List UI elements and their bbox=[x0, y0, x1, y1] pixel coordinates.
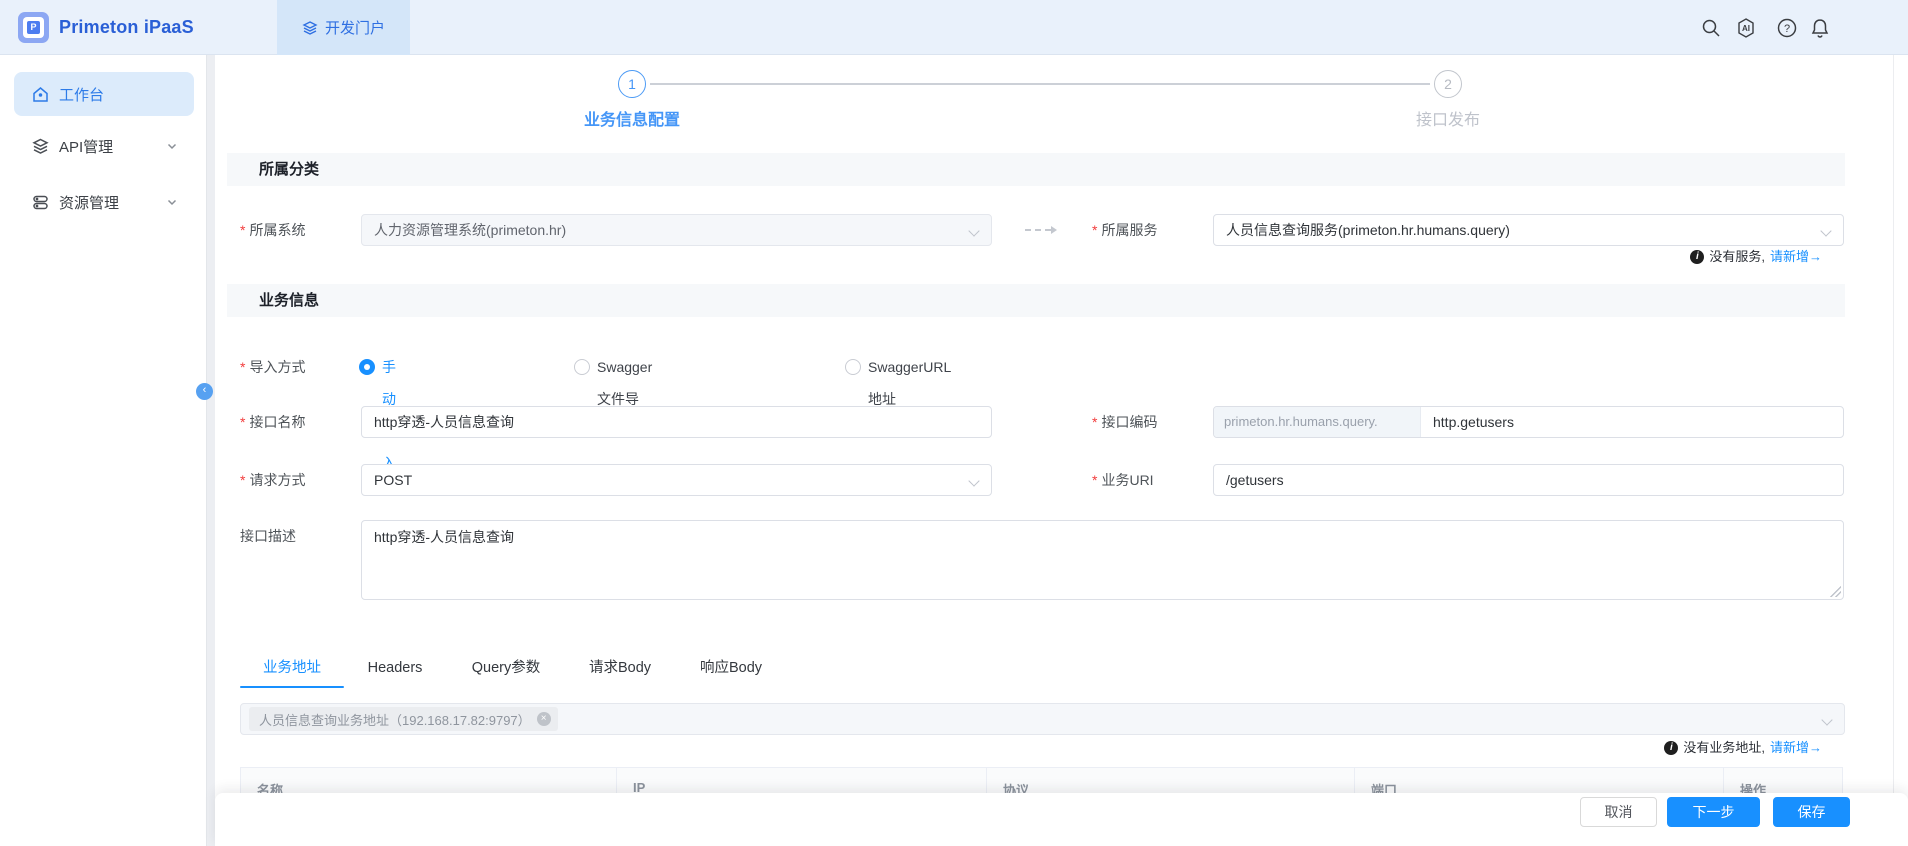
radio-manual-entry[interactable] bbox=[359, 359, 375, 375]
sidebar-item-workbench[interactable]: 工作台 bbox=[14, 72, 194, 116]
chevron-down-icon bbox=[968, 475, 979, 486]
tab-request-body[interactable]: 请求Body bbox=[589, 657, 651, 679]
service-select-value: 人员信息查询服务(primeton.hr.humans.query) bbox=[1226, 222, 1510, 238]
brand-title: Primeton iPaaS bbox=[59, 0, 194, 55]
tab-dev-portal-label: 开发门户 bbox=[325, 17, 385, 38]
system-select-value: 人力资源管理系统(primeton.hr) bbox=[374, 222, 566, 238]
sidebar: 工作台 API管理 资源管理 bbox=[0, 55, 207, 846]
no-address-note: i 没有业务地址,请新增→ bbox=[1664, 739, 1822, 757]
stepper-connector bbox=[650, 83, 1430, 85]
chevron-down-icon[interactable] bbox=[166, 196, 178, 208]
search-icon[interactable] bbox=[1700, 17, 1722, 39]
chevron-down-icon bbox=[1821, 714, 1832, 725]
server-stack-icon bbox=[31, 193, 50, 212]
import-method-label: *导入方式 bbox=[240, 351, 305, 383]
table-header-ip: IP bbox=[617, 768, 987, 793]
api-name-input[interactable]: http穿透-人员信息查询 bbox=[361, 406, 992, 438]
sidebar-item-label: 资源管理 bbox=[59, 192, 166, 213]
radio-manual-entry-label[interactable]: 手动录入 bbox=[382, 351, 396, 383]
scrollbar-track[interactable] bbox=[1893, 55, 1894, 793]
home-icon bbox=[31, 85, 50, 104]
info-icon: i bbox=[1690, 250, 1704, 264]
notification-bell-icon[interactable] bbox=[1809, 17, 1831, 39]
section-title-business: 业务信息 bbox=[227, 284, 1845, 317]
topbar: P Primeton iPaaS 开发门户 AI ? bbox=[0, 0, 1908, 55]
footer-action-bar: 取消 下一步 保存 bbox=[215, 793, 1908, 846]
tab-response-body[interactable]: 响应Body bbox=[700, 657, 762, 679]
api-layers-icon bbox=[31, 137, 50, 156]
radio-swagger-file-label[interactable]: Swagger文件导入 bbox=[597, 351, 652, 383]
service-select[interactable]: 人员信息查询服务(primeton.hr.humans.query) bbox=[1213, 214, 1844, 246]
layers-icon bbox=[302, 20, 318, 36]
section-title-category: 所属分类 bbox=[227, 153, 1845, 186]
ai-assistant-icon[interactable]: AI bbox=[1735, 17, 1757, 39]
service-field-label: *所属服务 bbox=[1092, 214, 1157, 246]
api-code-group: primeton.hr.humans.query. http.getusers bbox=[1213, 406, 1844, 438]
request-method-select[interactable]: POST bbox=[361, 464, 992, 496]
business-uri-label: *业务URI bbox=[1092, 464, 1154, 496]
next-step-button[interactable]: 下一步 bbox=[1667, 797, 1760, 827]
table-header-actions: 操作 bbox=[1724, 768, 1842, 793]
api-description-textarea[interactable]: http穿透-人员信息查询 bbox=[361, 520, 1844, 600]
active-tab-underline bbox=[240, 686, 344, 688]
sidebar-item-label: API管理 bbox=[59, 136, 166, 157]
tab-dev-portal[interactable]: 开发门户 bbox=[277, 0, 410, 55]
resize-handle-icon[interactable] bbox=[1830, 586, 1841, 597]
mapping-arrow-icon bbox=[1025, 229, 1051, 231]
radio-swagger-url[interactable] bbox=[845, 359, 861, 375]
address-tag: 人员信息查询业务地址（192.168.17.82:9797） × bbox=[249, 707, 558, 731]
step-2-label: 接口发布 bbox=[1338, 106, 1558, 130]
system-field-label: *所属系统 bbox=[240, 214, 305, 246]
sidebar-item-label: 工作台 bbox=[59, 84, 194, 105]
table-header-protocol: 协议 bbox=[987, 768, 1355, 793]
sidebar-collapse-handle[interactable]: ‹ bbox=[196, 383, 213, 400]
info-icon: i bbox=[1664, 741, 1678, 755]
api-code-input[interactable]: http.getusers bbox=[1421, 407, 1843, 437]
main-content: 1 2 业务信息配置 接口发布 所属分类 *所属系统 人力资源管理系统(prim… bbox=[215, 55, 1908, 846]
primeton-logo-icon: P bbox=[18, 12, 49, 43]
request-method-value: POST bbox=[374, 472, 412, 488]
tab-headers[interactable]: Headers bbox=[368, 657, 423, 679]
chevron-down-icon bbox=[968, 225, 979, 236]
help-icon[interactable]: ? bbox=[1776, 17, 1798, 39]
step-1-circle: 1 bbox=[618, 70, 646, 98]
add-service-link[interactable]: 请新增→ bbox=[1770, 248, 1822, 266]
svg-text:?: ? bbox=[1784, 23, 1790, 35]
cancel-button[interactable]: 取消 bbox=[1580, 797, 1657, 827]
add-address-link[interactable]: 请新增→ bbox=[1770, 739, 1822, 757]
save-button[interactable]: 保存 bbox=[1773, 797, 1850, 827]
tab-query-params[interactable]: Query参数 bbox=[472, 657, 541, 679]
chevron-down-icon bbox=[1820, 225, 1831, 236]
step-2-circle: 2 bbox=[1434, 70, 1462, 98]
no-service-note: i 没有服务,请新增→ bbox=[1690, 248, 1822, 266]
tab-business-address[interactable]: 业务地址 bbox=[263, 657, 321, 679]
address-table: 名称 IP 协议 端口 操作 bbox=[240, 767, 1843, 793]
svg-text:AI: AI bbox=[1742, 24, 1750, 33]
table-header-name: 名称 bbox=[241, 768, 617, 793]
business-address-select[interactable]: 人员信息查询业务地址（192.168.17.82:9797） × bbox=[240, 703, 1845, 735]
business-uri-input[interactable]: /getusers bbox=[1213, 464, 1844, 496]
api-name-label: *接口名称 bbox=[240, 406, 305, 438]
api-description-label: 接口描述 bbox=[240, 520, 296, 552]
sidebar-item-resource-management[interactable]: 资源管理 bbox=[14, 180, 194, 224]
radio-swagger-file[interactable] bbox=[574, 359, 590, 375]
tag-close-icon[interactable]: × bbox=[537, 712, 551, 726]
system-select[interactable]: 人力资源管理系统(primeton.hr) bbox=[361, 214, 992, 246]
step-1-label: 业务信息配置 bbox=[522, 106, 742, 130]
radio-swagger-url-label[interactable]: SwaggerURL地址 bbox=[868, 351, 951, 383]
request-method-label: *请求方式 bbox=[240, 464, 305, 496]
api-code-prefix: primeton.hr.humans.query. bbox=[1214, 407, 1421, 437]
table-header-port: 端口 bbox=[1355, 768, 1724, 793]
api-code-label: *接口编码 bbox=[1092, 406, 1157, 438]
chevron-down-icon[interactable] bbox=[166, 140, 178, 152]
sidebar-item-api-management[interactable]: API管理 bbox=[14, 124, 194, 168]
